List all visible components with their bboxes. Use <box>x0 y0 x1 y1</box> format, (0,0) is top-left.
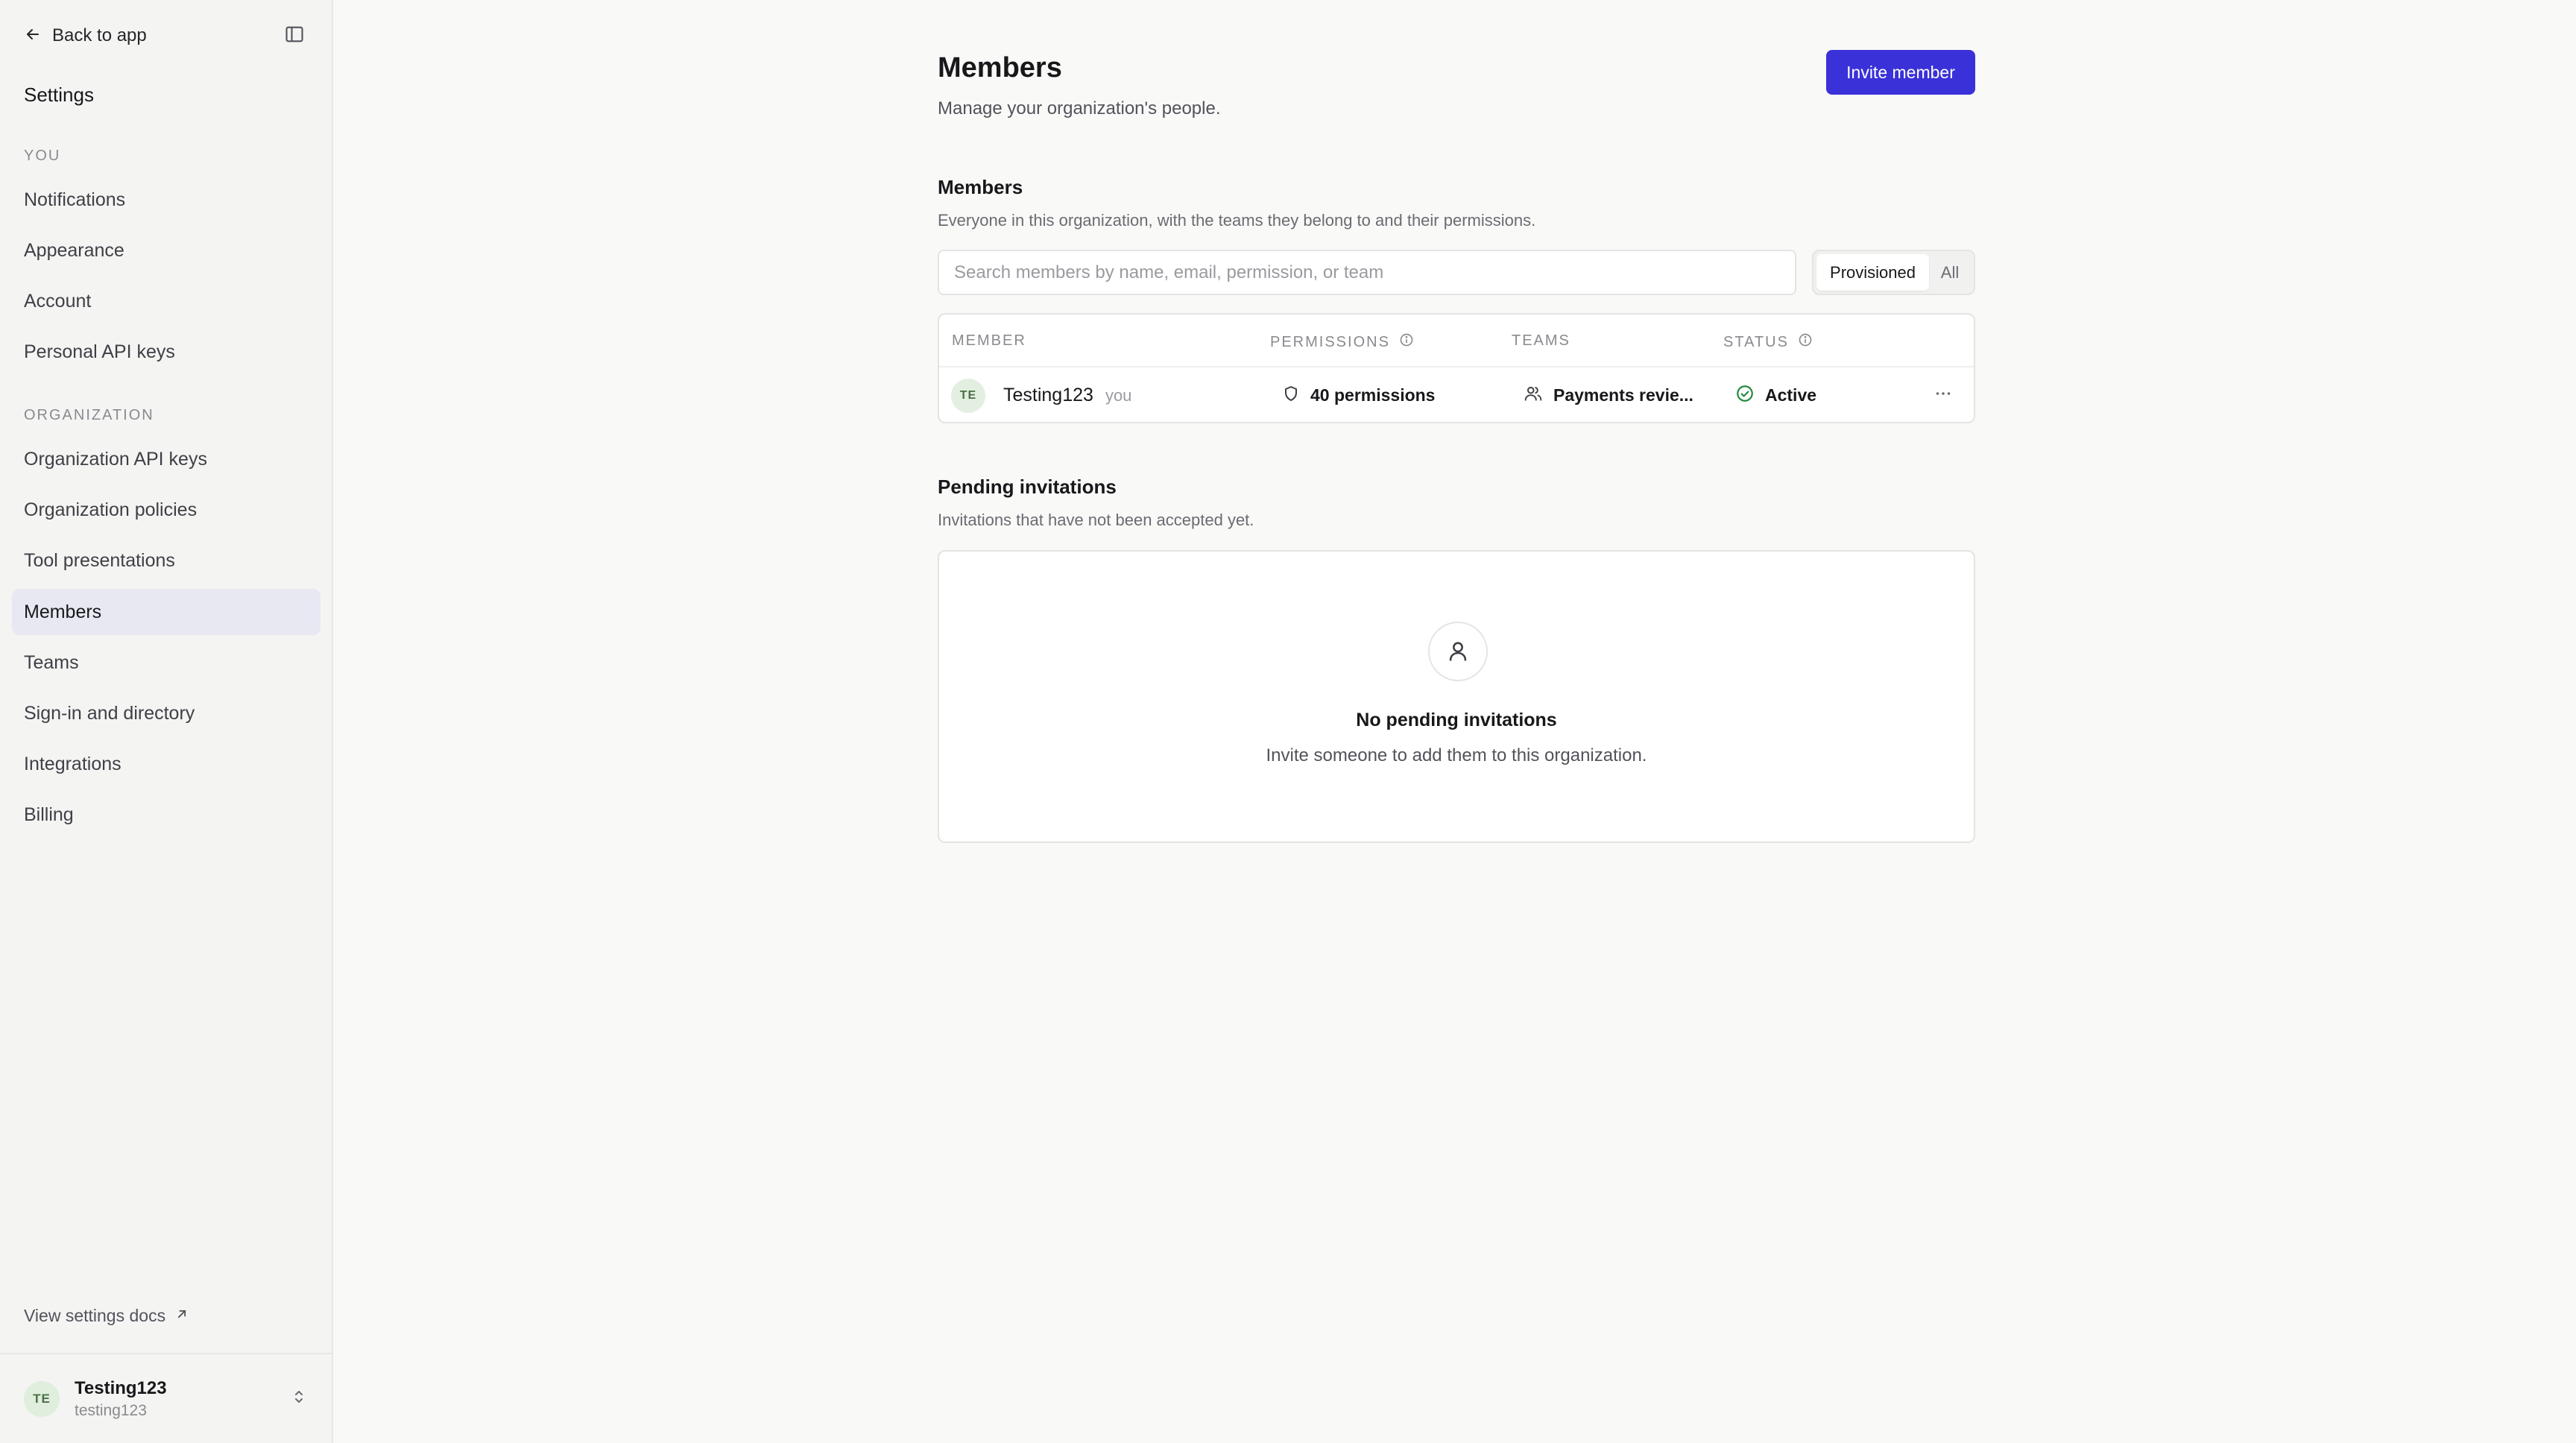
teams-cell[interactable]: Payments revie... <box>1524 367 1693 422</box>
status-badge: Active <box>1765 385 1817 405</box>
members-table: MEMBER PERMISSIONS TEAMS STATUS TE Testi… <box>938 313 1975 423</box>
avatar: TE <box>24 1380 60 1417</box>
pending-invitations-empty-state: No pending invitations Invite someone to… <box>938 550 1975 843</box>
invite-member-button[interactable]: Invite member <box>1826 50 1975 95</box>
column-header-teams: TEAMS <box>1512 332 1570 350</box>
permissions-cell[interactable]: 40 permissions <box>1282 367 1436 422</box>
permissions-count: 40 permissions <box>1310 385 1436 405</box>
row-actions-button[interactable] <box>1932 367 1954 422</box>
sidebar-item-sign-in-and-directory[interactable]: Sign-in and directory <box>12 690 321 736</box>
team-name: Payments revie... <box>1553 385 1693 405</box>
pending-invitations-title: Pending invitations <box>938 476 1117 498</box>
docs-link-label: View settings docs <box>24 1306 166 1325</box>
users-icon <box>1524 384 1543 407</box>
sidebar-item-account[interactable]: Account <box>12 278 321 324</box>
account-switcher[interactable]: TE Testing123 testing123 <box>0 1353 332 1443</box>
status-cell: Active <box>1735 367 1817 422</box>
search-members-input[interactable] <box>938 250 1796 295</box>
sidebar-item-billing[interactable]: Billing <box>12 792 321 838</box>
sidebar-item-organization-api-keys[interactable]: Organization API keys <box>12 436 321 482</box>
section-label-organization: ORGANIZATION <box>24 407 154 423</box>
sidebar-toggle-icon <box>284 24 305 48</box>
column-header-permissions: PERMISSIONS <box>1270 332 1414 352</box>
member-filter-toggle: Provisioned All <box>1812 250 1975 295</box>
members-section-description: Everyone in this organization, with the … <box>938 211 1536 230</box>
sidebar-item-personal-api-keys[interactable]: Personal API keys <box>12 329 321 375</box>
sidebar-item-notifications[interactable]: Notifications <box>12 177 321 223</box>
settings-title: Settings <box>24 83 94 106</box>
user-info: Testing123 testing123 <box>75 1378 290 1420</box>
sidebar-item-members[interactable]: Members <box>12 589 321 635</box>
section-label-you: YOU <box>24 148 61 164</box>
pending-invitations-description: Invitations that have not been accepted … <box>938 511 1254 529</box>
shield-icon <box>1282 385 1300 406</box>
filter-provisioned[interactable]: Provisioned <box>1816 254 1929 291</box>
empty-state-description: Invite someone to add them to this organ… <box>1266 745 1647 765</box>
chevron-up-down-icon <box>290 1388 308 1409</box>
member-cell: TE Testing123 you <box>951 367 1132 422</box>
column-header-member: MEMBER <box>952 332 1026 350</box>
column-header-status-label: STATUS <box>1723 333 1789 350</box>
user-name: Testing123 <box>75 1377 167 1398</box>
info-icon[interactable] <box>1798 332 1813 352</box>
members-section-title: Members <box>938 176 1023 198</box>
table-row[interactable]: TE Testing123 you 40 permissions Payment… <box>939 367 1974 422</box>
sidebar-item-tool-presentations[interactable]: Tool presentations <box>12 537 321 584</box>
column-header-status: STATUS <box>1723 332 1813 352</box>
sidebar-item-appearance[interactable]: Appearance <box>12 227 321 274</box>
back-to-app-label: Back to app <box>52 25 147 45</box>
member-name: Testing123 <box>1003 385 1093 405</box>
column-header-permissions-label: PERMISSIONS <box>1270 333 1390 350</box>
column-header-teams-label: TEAMS <box>1512 332 1570 349</box>
filter-all[interactable]: All <box>1929 254 1971 291</box>
info-icon[interactable] <box>1399 332 1414 352</box>
avatar: TE <box>951 378 985 413</box>
empty-state-title: No pending invitations <box>1356 710 1557 730</box>
more-horizontal-icon <box>1932 382 1954 408</box>
page-subtitle: Manage your organization's people. <box>938 98 1221 119</box>
column-header-member-label: MEMBER <box>952 332 1026 349</box>
main-content: Members Manage your organization's peopl… <box>333 0 2576 1443</box>
sidebar-item-organization-policies[interactable]: Organization policies <box>12 487 321 533</box>
back-to-app-link[interactable]: Back to app <box>24 25 147 47</box>
view-settings-docs-link[interactable]: View settings docs <box>24 1306 189 1326</box>
sidebar: Back to app Settings YOU Notifications A… <box>0 0 333 1443</box>
external-link-icon <box>174 1306 189 1326</box>
you-tag: you <box>1105 385 1132 405</box>
table-header: MEMBER PERMISSIONS TEAMS STATUS <box>939 315 1974 367</box>
user-icon <box>1428 622 1488 681</box>
sidebar-item-teams[interactable]: Teams <box>12 640 321 686</box>
check-circle-icon <box>1735 384 1755 407</box>
collapse-sidebar-button[interactable] <box>281 22 308 49</box>
user-handle: testing123 <box>75 1401 147 1419</box>
sidebar-item-integrations[interactable]: Integrations <box>12 741 321 787</box>
page-title: Members <box>938 52 1062 83</box>
sidebar-header: Back to app <box>24 21 308 51</box>
arrow-left-icon <box>24 25 42 47</box>
